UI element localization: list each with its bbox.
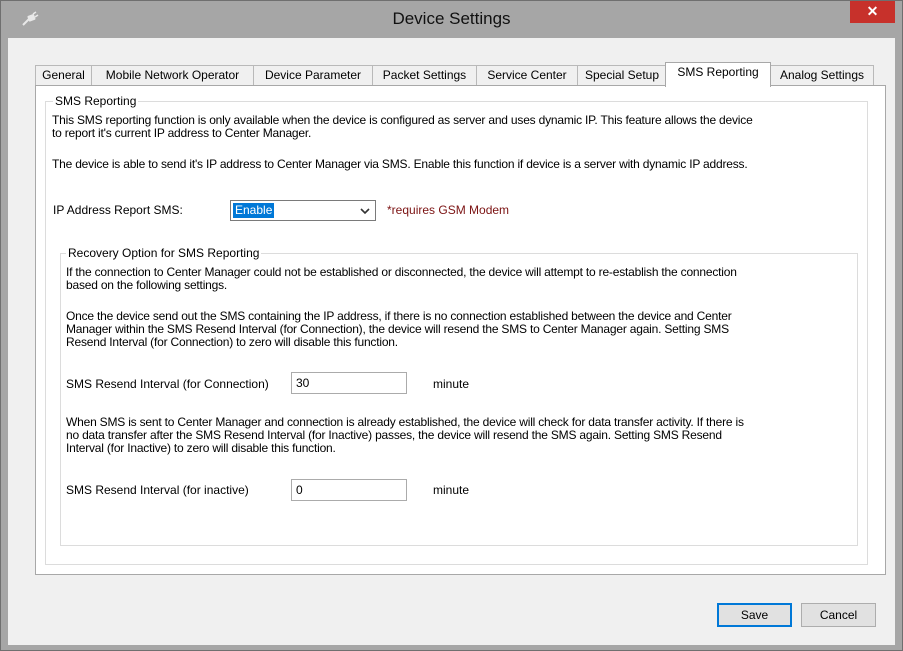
tab-service-center[interactable]: Service Center — [476, 65, 578, 85]
ip-report-select[interactable]: Enable — [230, 200, 376, 221]
ip-report-selected-value: Enable — [233, 203, 275, 218]
close-icon: ✕ — [866, 3, 879, 19]
tab-general[interactable]: General — [35, 65, 92, 85]
cancel-button[interactable]: Cancel — [801, 603, 876, 627]
sms-reporting-group: SMS Reporting This SMS reporting functio… — [45, 94, 868, 565]
resend-connection-unit: minute — [433, 377, 470, 391]
tab-device-parameter[interactable]: Device Parameter — [253, 65, 373, 85]
save-button[interactable]: Save — [717, 603, 792, 627]
tab-mobile-network-operator[interactable]: Mobile Network Operator — [91, 65, 254, 85]
resend-inactive-unit: minute — [433, 483, 470, 497]
gsm-modem-requirement-note: *requires GSM Modem — [387, 203, 510, 217]
resend-connection-label: SMS Resend Interval (for Connection) — [66, 377, 269, 391]
recovery-intro-line2: based on the following settings. — [66, 278, 228, 292]
dialog-client-area: General Mobile Network Operator Device P… — [8, 38, 895, 645]
resend-connection-input[interactable]: 30 — [291, 372, 407, 394]
tab-special-setup[interactable]: Special Setup — [577, 65, 667, 85]
resend-inactive-input[interactable]: 0 — [291, 479, 407, 501]
inactive-info-line3: Interval (for Inactive) to zero will dis… — [66, 441, 336, 455]
sms-reporting-group-title: SMS Reporting — [53, 94, 139, 108]
sms-reporting-intro-line2: to report it's current IP address to Cen… — [52, 126, 312, 140]
recovery-group-title: Recovery Option for SMS Reporting — [66, 246, 262, 260]
sms-reporting-tab-page: SMS Reporting This SMS reporting functio… — [35, 85, 886, 575]
close-button[interactable]: ✕ — [850, 1, 895, 23]
tab-packet-settings[interactable]: Packet Settings — [372, 65, 477, 85]
ip-report-label: IP Address Report SMS: — [53, 203, 183, 217]
resend-inactive-label: SMS Resend Interval (for inactive) — [66, 483, 249, 497]
connection-info-line3: Resend Interval (for Connection) to zero… — [66, 335, 398, 349]
device-settings-window: Device Settings ✕ General Mobile Network… — [0, 0, 903, 651]
window-title: Device Settings — [392, 9, 511, 28]
recovery-option-group: Recovery Option for SMS Reporting If the… — [60, 246, 858, 546]
tab-analog-settings[interactable]: Analog Settings — [770, 65, 874, 85]
chevron-down-icon — [360, 208, 370, 215]
title-bar[interactable]: Device Settings ✕ — [1, 1, 902, 38]
sms-reporting-send-info: The device is able to send it's IP addre… — [52, 157, 748, 171]
tab-sms-reporting[interactable]: SMS Reporting — [665, 62, 771, 87]
